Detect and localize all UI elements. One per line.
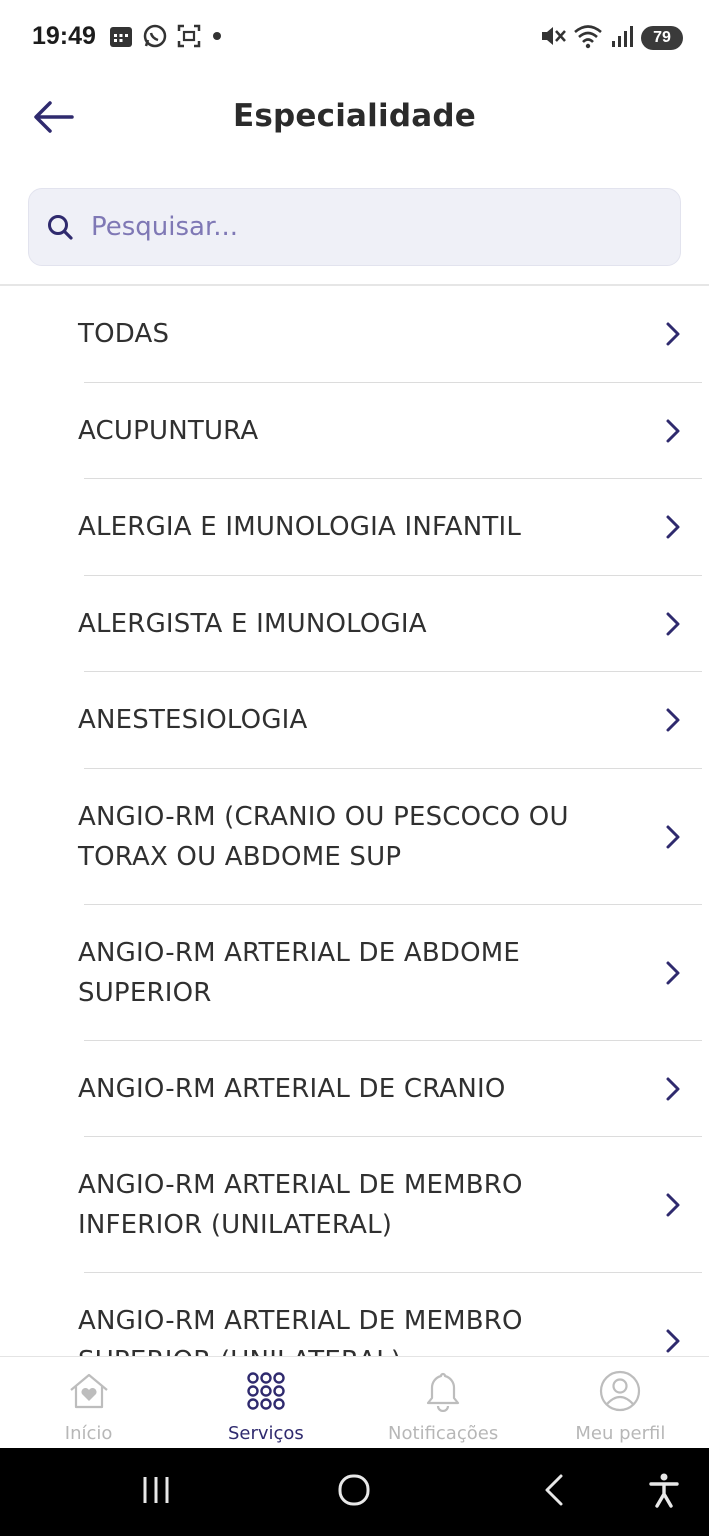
page-title: Especialidade xyxy=(233,98,476,134)
chevron-right-icon xyxy=(663,1191,683,1219)
chevron-right-icon xyxy=(663,513,683,541)
status-bar: 19:49 79 xyxy=(0,0,709,76)
home-button[interactable] xyxy=(330,1470,378,1514)
chevron-right-icon xyxy=(663,1327,683,1355)
bell-icon xyxy=(421,1369,465,1413)
search-input[interactable] xyxy=(75,189,680,265)
list-item[interactable]: ANGIO-RM ARTERIAL DE ABDOME SUPERIOR xyxy=(0,905,709,1041)
screenshot-icon xyxy=(176,23,202,54)
whatsapp-icon xyxy=(142,23,168,54)
list-item-label: ANGIO-RM ARTERIAL DE CRANIO xyxy=(78,1073,506,1104)
nav-label: Notificações xyxy=(388,1423,499,1444)
list-item-label: ALERGISTA E IMUNOLOGIA xyxy=(78,608,427,639)
chevron-right-icon xyxy=(663,823,683,851)
recent-apps-button[interactable] xyxy=(132,1470,180,1514)
nav-label: Serviços xyxy=(227,1423,304,1444)
list-item-label: ANGIO-RM (CRANIO OU PESCOCO OU TORAX OU … xyxy=(78,801,569,872)
list-item-label: ANGIO-RM ARTERIAL DE MEMBRO SUPERIOR (UN… xyxy=(78,1306,523,1356)
list-item[interactable]: ACUPUNTURA xyxy=(0,383,709,480)
list-item[interactable]: ANGIO-RM (CRANIO OU PESCOCO OU TORAX OU … xyxy=(0,769,709,905)
signal-icon xyxy=(611,23,635,54)
wifi-icon xyxy=(573,23,605,54)
list-item-label: ALERGIA E IMUNOLOGIA INFANTIL xyxy=(78,512,522,543)
calendar-icon xyxy=(108,23,134,54)
nav-label: Meu perfil xyxy=(575,1423,666,1444)
list-item[interactable]: ANGIO-RM ARTERIAL DE MEMBRO INFERIOR (UN… xyxy=(0,1137,709,1273)
specialty-list[interactable]: TODAS ACUPUNTURA ALERGIA E IMUNOLOGIA IN… xyxy=(0,286,709,1356)
accessibility-icon xyxy=(648,1472,680,1513)
accessibility-button[interactable] xyxy=(640,1470,688,1514)
chevron-right-icon xyxy=(663,610,683,638)
dot-icon xyxy=(210,23,224,54)
chevron-right-icon xyxy=(663,706,683,734)
user-icon xyxy=(598,1369,642,1413)
list-item-label: ANGIO-RM ARTERIAL DE ABDOME SUPERIOR xyxy=(78,937,521,1008)
search-icon xyxy=(45,212,75,242)
status-time: 19:49 xyxy=(32,22,96,50)
list-item[interactable]: ALERGIA E IMUNOLOGIA INFANTIL xyxy=(0,479,709,576)
list-item[interactable]: TODAS xyxy=(0,286,709,383)
app-header: Especialidade xyxy=(0,76,709,166)
mute-icon xyxy=(539,23,567,54)
list-item[interactable]: ANGIO-RM ARTERIAL DE CRANIO xyxy=(0,1041,709,1138)
nav-item-notificacoes[interactable]: Notificações xyxy=(355,1357,532,1448)
list-item-label: ANGIO-RM ARTERIAL DE MEMBRO INFERIOR (UN… xyxy=(78,1170,523,1240)
list-item-label: TODAS xyxy=(78,319,170,350)
chevron-right-icon xyxy=(663,320,683,348)
status-left-icons xyxy=(108,24,224,52)
system-nav-bar xyxy=(0,1448,709,1536)
nav-label: Início xyxy=(64,1423,113,1444)
list-item[interactable]: ANESTESIOLOGIA xyxy=(0,672,709,769)
recent-apps-icon xyxy=(139,1474,173,1511)
home-circle-icon xyxy=(337,1473,371,1512)
list-item-label: ACUPUNTURA xyxy=(78,415,259,446)
list-item[interactable]: ALERGISTA E IMUNOLOGIA xyxy=(0,576,709,673)
nav-item-servicos[interactable]: Serviços xyxy=(177,1357,354,1448)
battery-indicator: 79 xyxy=(641,26,683,50)
chevron-left-icon xyxy=(541,1473,567,1512)
nav-item-inicio[interactable]: Início xyxy=(0,1357,177,1448)
system-back-button[interactable] xyxy=(530,1470,578,1514)
nav-item-meu-perfil[interactable]: Meu perfil xyxy=(532,1357,709,1448)
chevron-right-icon xyxy=(663,959,683,987)
bottom-nav: Início Serviços Notificações Meu perfil xyxy=(0,1356,709,1448)
list-item[interactable]: ANGIO-RM ARTERIAL DE MEMBRO SUPERIOR (UN… xyxy=(0,1273,709,1356)
grid-icon xyxy=(244,1369,288,1413)
chevron-right-icon xyxy=(663,417,683,445)
list-item-label: ANESTESIOLOGIA xyxy=(78,705,308,736)
chevron-right-icon xyxy=(663,1075,683,1103)
home-heart-icon xyxy=(67,1369,111,1413)
search-box[interactable] xyxy=(28,188,681,266)
status-right-icons: 79 xyxy=(539,24,683,52)
